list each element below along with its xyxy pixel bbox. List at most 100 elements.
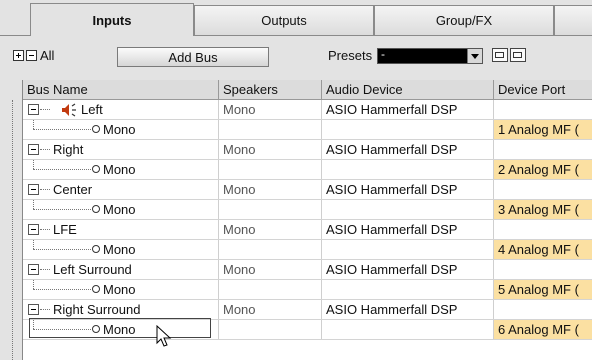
device-port-cell[interactable]: 2 Analog MF ( — [494, 160, 592, 179]
bus-name-cell[interactable]: Mono — [23, 280, 219, 299]
collapse-icon[interactable] — [28, 264, 39, 275]
tree-connector — [33, 280, 34, 289]
collapse-icon[interactable] — [28, 104, 39, 115]
device-port-cell[interactable]: 4 Analog MF ( — [494, 240, 592, 259]
audio-device-cell[interactable] — [322, 320, 494, 339]
add-bus-button[interactable]: Add Bus — [117, 47, 269, 67]
bus-name-cell[interactable]: Mono — [23, 200, 219, 219]
device-port-cell[interactable] — [494, 300, 592, 319]
tab-bar: Inputs Outputs Group/FX — [0, 0, 592, 36]
bus-name-cell[interactable]: Left Surround — [23, 260, 219, 279]
bus-name-cell[interactable]: Center — [23, 180, 219, 199]
bus-row[interactable]: Right Surround Mono ASIO Hammerfall DSP — [23, 300, 592, 320]
device-port-cell[interactable]: 5 Analog MF ( — [494, 280, 592, 299]
channel-row[interactable]: Mono 4 Analog MF ( — [23, 240, 592, 260]
col-header-audio-device[interactable]: Audio Device — [322, 80, 494, 100]
tree-connector — [33, 209, 91, 210]
audio-device-cell[interactable]: ASIO Hammerfall DSP — [322, 220, 494, 239]
bus-name-cell[interactable]: Left — [23, 100, 219, 119]
collapse-icon[interactable] — [28, 224, 39, 235]
bus-name-cell[interactable]: Mono — [23, 120, 219, 139]
audio-device-cell[interactable] — [322, 200, 494, 219]
bus-row[interactable]: LFE Mono ASIO Hammerfall DSP — [23, 220, 592, 240]
chevron-down-icon[interactable] — [467, 49, 482, 63]
remove-preset-icon[interactable] — [510, 48, 526, 62]
audio-device-cell[interactable] — [322, 160, 494, 179]
tree-connector — [40, 309, 50, 310]
store-preset-icon[interactable] — [492, 48, 508, 62]
collapse-all-icon[interactable] — [26, 50, 37, 61]
speaker-icon — [62, 103, 76, 117]
audio-device-cell[interactable] — [322, 280, 494, 299]
speakers-cell[interactable]: Mono — [219, 140, 322, 159]
bus-name-label: LFE — [53, 222, 77, 237]
speakers-cell[interactable]: Mono — [219, 180, 322, 199]
device-port-cell[interactable] — [494, 100, 592, 119]
col-header-speakers[interactable]: Speakers — [219, 80, 322, 100]
tree-connector — [40, 149, 50, 150]
speakers-cell[interactable] — [219, 320, 322, 339]
bus-row[interactable]: Right Mono ASIO Hammerfall DSP — [23, 140, 592, 160]
audio-device-cell[interactable]: ASIO Hammerfall DSP — [322, 100, 494, 119]
bus-name-label: Right — [53, 142, 84, 157]
bus-name-label: Left — [81, 102, 103, 117]
tab-group-fx[interactable]: Group/FX — [374, 5, 554, 35]
bus-name-cell[interactable]: Mono — [23, 160, 219, 179]
tab-inputs[interactable]: Inputs — [30, 3, 194, 36]
speakers-cell[interactable] — [219, 120, 322, 139]
audio-device-cell[interactable]: ASIO Hammerfall DSP — [322, 300, 494, 319]
bus-name-label: Center — [53, 182, 93, 197]
speakers-cell[interactable]: Mono — [219, 220, 322, 239]
speakers-cell[interactable]: Mono — [219, 260, 322, 279]
speakers-cell[interactable] — [219, 240, 322, 259]
channel-row[interactable]: Mono 3 Analog MF ( — [23, 200, 592, 220]
collapse-icon[interactable] — [28, 184, 39, 195]
tab-outputs[interactable]: Outputs — [194, 5, 374, 35]
collapse-icon[interactable] — [28, 304, 39, 315]
presets-dropdown[interactable]: - — [377, 47, 483, 64]
audio-device-cell[interactable]: ASIO Hammerfall DSP — [322, 180, 494, 199]
col-header-bus-name[interactable]: Bus Name — [23, 80, 219, 100]
device-port-cell[interactable]: 3 Analog MF ( — [494, 200, 592, 219]
channel-row[interactable]: Mono 1 Analog MF ( — [23, 120, 592, 140]
bus-name-edit-box[interactable] — [29, 318, 211, 338]
expand-all-icon[interactable] — [13, 50, 24, 61]
bus-name-cell[interactable]: Right Surround — [23, 300, 219, 319]
channel-row[interactable]: Mono 2 Analog MF ( — [23, 160, 592, 180]
channel-node-icon — [92, 245, 100, 253]
bus-name-cell[interactable]: Mono — [23, 240, 219, 259]
device-port-cell[interactable] — [494, 220, 592, 239]
channel-row[interactable]: Mono 5 Analog MF ( — [23, 280, 592, 300]
device-port-cell[interactable] — [494, 140, 592, 159]
audio-device-cell[interactable]: ASIO Hammerfall DSP — [322, 260, 494, 279]
bus-name-cell[interactable]: LFE — [23, 220, 219, 239]
audio-device-cell[interactable] — [322, 240, 494, 259]
bus-name-label: Right Surround — [53, 302, 141, 317]
device-port-cell[interactable] — [494, 260, 592, 279]
collapse-icon[interactable] — [28, 144, 39, 155]
speakers-cell[interactable] — [219, 200, 322, 219]
tab-more[interactable] — [554, 5, 592, 35]
speakers-cell[interactable] — [219, 160, 322, 179]
bus-row[interactable]: Left Surround Mono ASIO Hammerfall DSP — [23, 260, 592, 280]
speakers-cell[interactable]: Mono — [219, 100, 322, 119]
tree-connector — [33, 289, 91, 290]
speakers-cell[interactable] — [219, 280, 322, 299]
speakers-cell[interactable]: Mono — [219, 300, 322, 319]
bus-name-cell[interactable]: Right — [23, 140, 219, 159]
audio-device-cell[interactable]: ASIO Hammerfall DSP — [322, 140, 494, 159]
toolbar: All Add Bus Presets - — [0, 40, 592, 72]
tree-connector — [40, 269, 50, 270]
channel-node-icon — [92, 285, 100, 293]
channel-name-label: Mono — [103, 242, 136, 257]
col-header-device-port[interactable]: Device Port — [494, 80, 592, 100]
bus-row[interactable]: Center Mono ASIO Hammerfall DSP — [23, 180, 592, 200]
all-label: All — [40, 48, 55, 63]
channel-name-label: Mono — [103, 162, 136, 177]
device-port-cell[interactable]: 6 Analog MF ( — [494, 320, 592, 339]
device-port-cell[interactable]: 1 Analog MF ( — [494, 120, 592, 139]
bus-row[interactable]: Left Mono ASIO Hammerfall DSP — [23, 100, 592, 120]
audio-device-cell[interactable] — [322, 120, 494, 139]
device-port-cell[interactable] — [494, 180, 592, 199]
tree-connector — [40, 229, 50, 230]
